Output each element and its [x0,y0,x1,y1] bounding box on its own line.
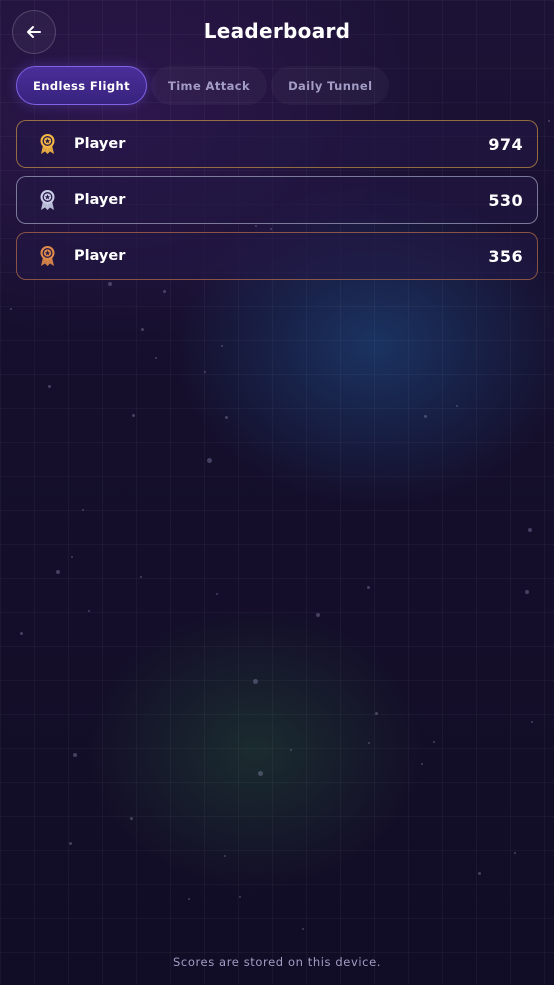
star-dot [424,415,427,418]
star-dot [141,328,144,331]
star-dot [48,385,51,388]
star-dot [514,852,516,854]
star-dot [367,586,370,589]
star-dot [375,712,378,715]
star-dot [216,593,218,595]
player-score: 356 [488,246,523,266]
leaderboard-row: Player 974 [16,120,538,168]
star-dot [290,749,292,751]
star-dot [456,405,458,407]
tab-endless-flight[interactable]: Endless Flight [16,66,147,105]
star-dot [221,345,223,347]
silver-medal-icon [38,189,57,211]
leaderboard-row: Player 356 [16,232,538,280]
tab-daily-tunnel[interactable]: Daily Tunnel [271,66,389,105]
star-dot [71,556,73,558]
star-dot [56,570,60,574]
mode-tabs: Endless Flight Time Attack Daily Tunnel [16,66,389,105]
star-dot [478,872,481,875]
storage-note: Scores are stored on this device. [173,955,381,969]
star-dot [155,357,157,359]
player-score: 530 [488,190,523,210]
player-score: 974 [488,134,523,154]
player-name: Player [74,248,126,264]
star-dot [88,610,90,612]
player-name: Player [74,192,126,208]
star-dot [188,898,190,900]
star-dot [258,771,263,776]
star-dot [316,613,320,617]
star-dot [368,742,370,744]
star-dot [163,290,166,293]
star-dot [69,842,72,845]
star-dot [302,928,304,930]
star-dot [10,308,12,310]
star-dot [525,590,529,594]
star-dot [82,509,84,511]
star-dot [548,120,550,122]
star-dot [433,741,435,743]
bronze-medal-icon [38,245,57,267]
page-title: Leaderboard [203,19,351,43]
leaderboard-list: Player 974 Player 530 Player 356 [16,120,538,288]
star-dot [140,576,142,578]
tab-time-attack[interactable]: Time Attack [151,66,267,105]
star-dot [207,458,212,463]
star-dot [421,763,423,765]
star-dot [253,679,258,684]
leaderboard-row: Player 530 [16,176,538,224]
player-name: Player [74,136,126,152]
star-dot [225,416,228,419]
star-dot [224,855,226,857]
star-dot [204,371,206,373]
gold-medal-icon [38,133,57,155]
star-dot [531,721,533,723]
star-dot [239,896,241,898]
star-dot [73,753,77,757]
star-dot [130,817,133,820]
star-dot [132,414,135,417]
star-dot [20,632,23,635]
star-dot [528,528,532,532]
